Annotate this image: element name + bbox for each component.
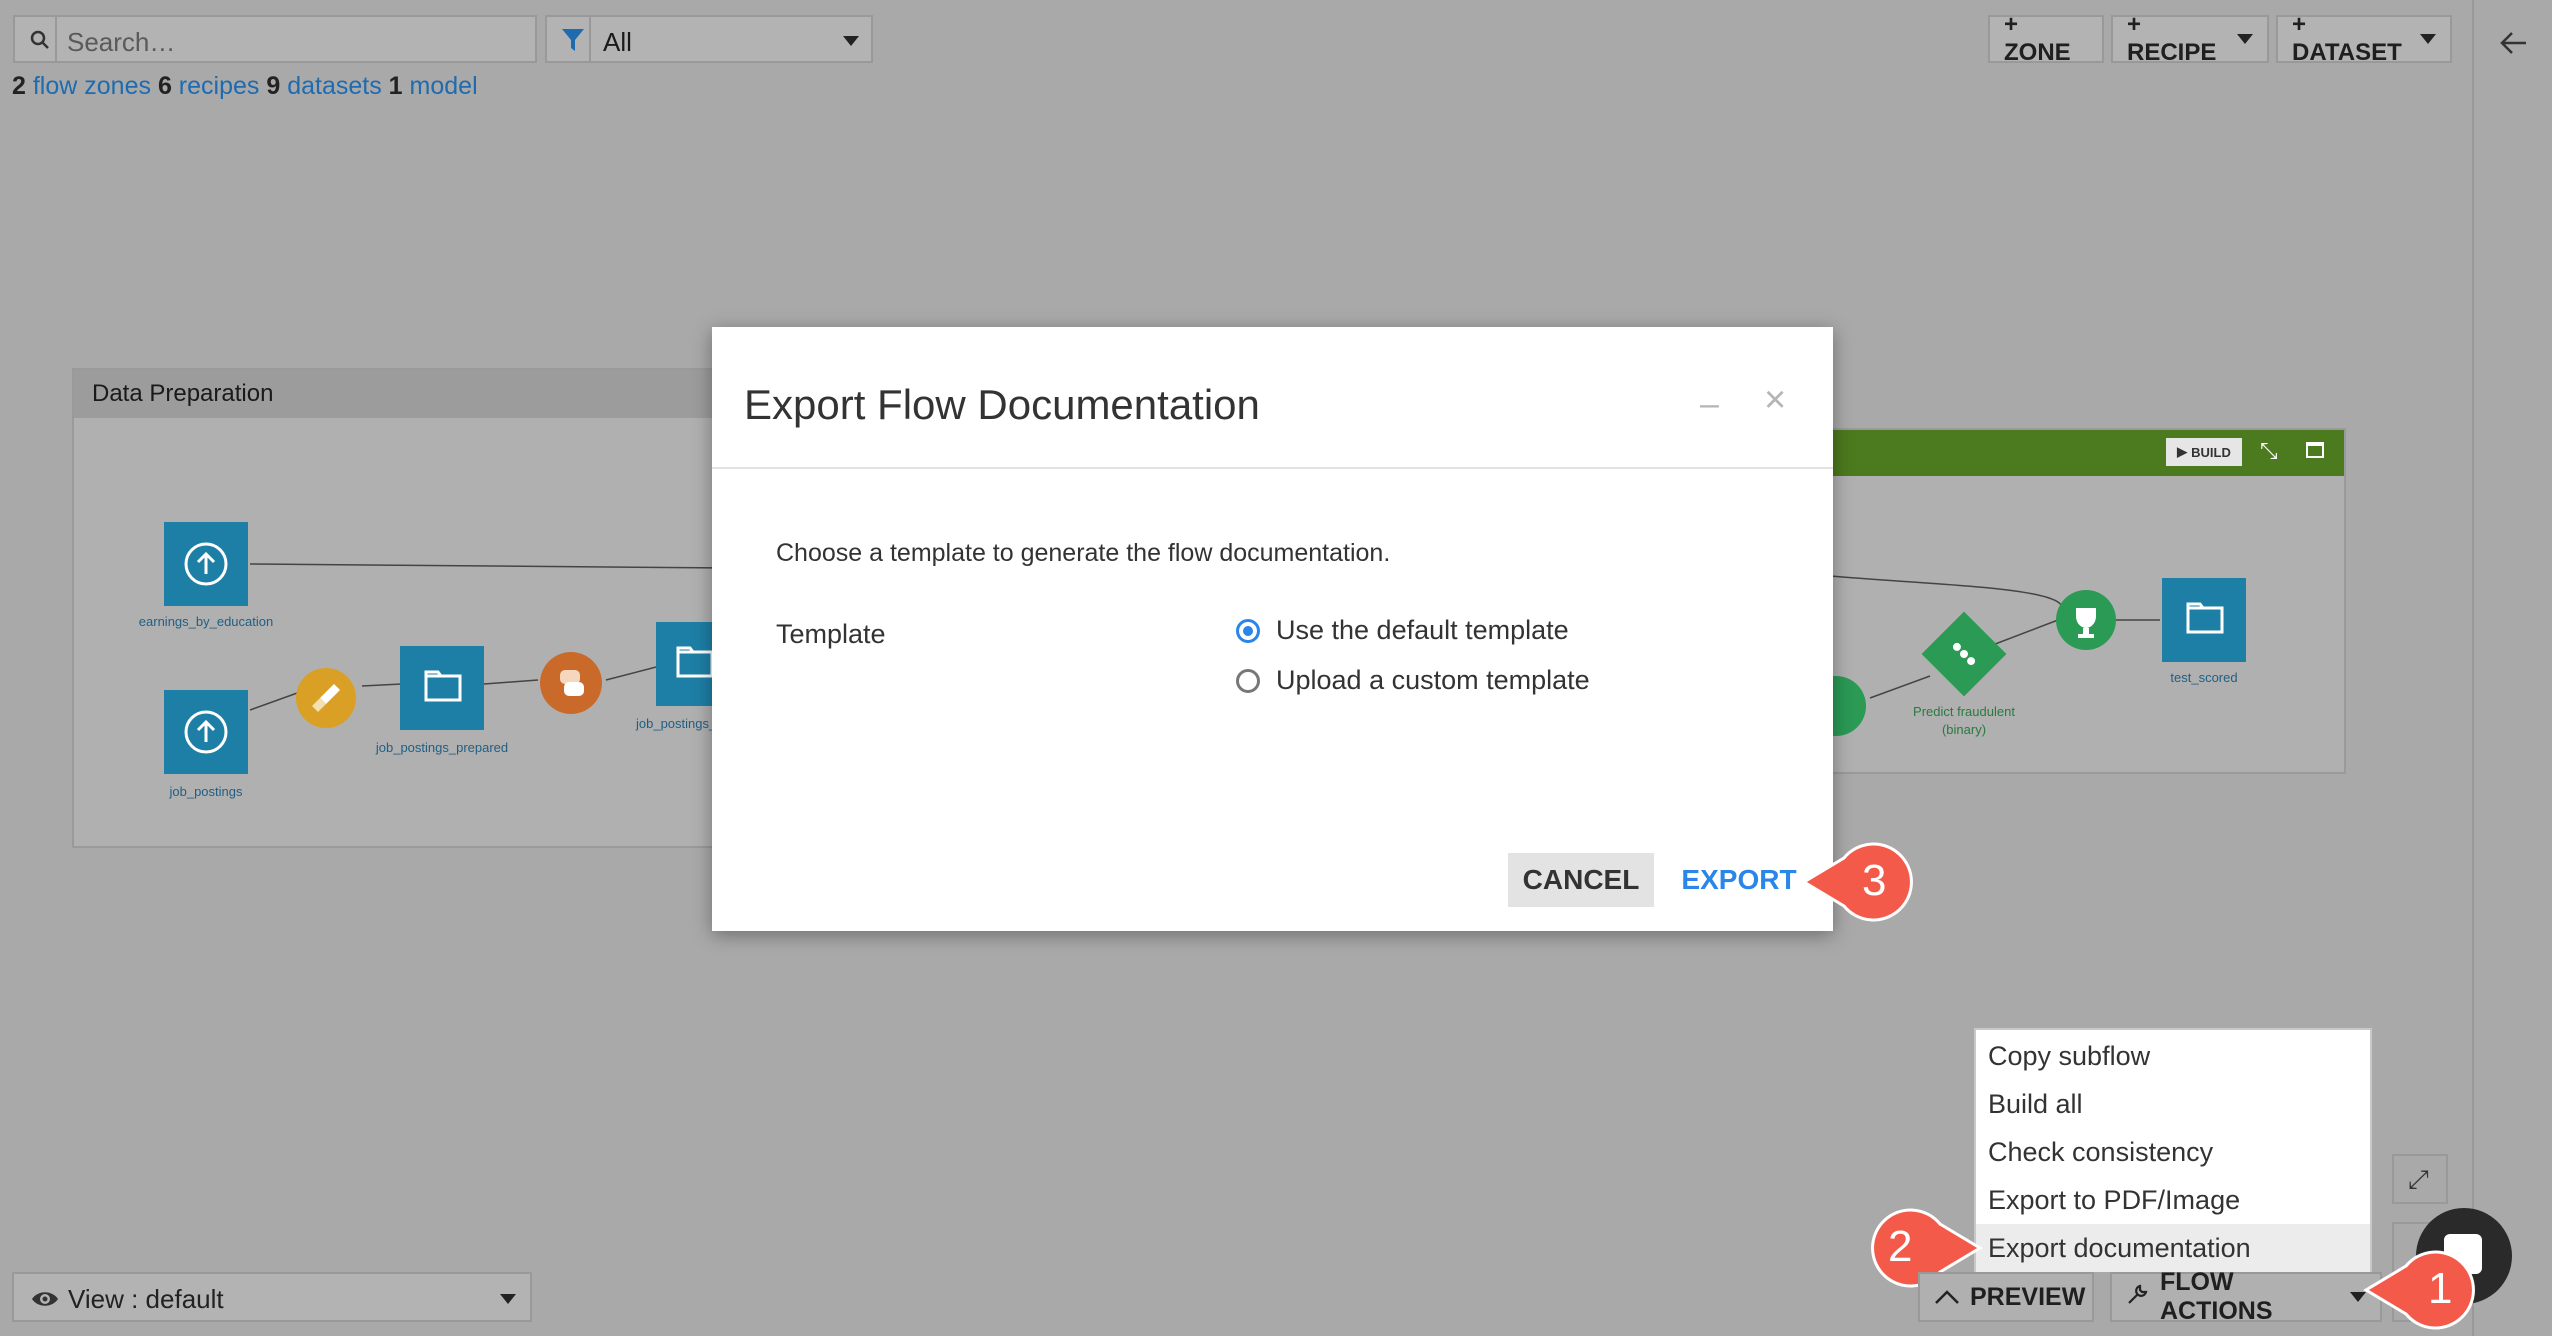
radio-custom-label: Upload a custom template [1276, 665, 1590, 695]
modal-description: Choose a template to generate the flow d… [776, 539, 1391, 567]
callout-number: 3 [1862, 856, 1887, 905]
add-dataset-label: + DATASET [2292, 11, 2402, 66]
callout-number: 2 [1888, 1222, 1913, 1271]
view-value: View : default [68, 1284, 224, 1314]
callout-3: 3 [1800, 842, 1928, 922]
upload-icon [184, 542, 228, 586]
modal-title: Export Flow Documentation [744, 381, 1260, 428]
datasets-link[interactable]: datasets [287, 72, 382, 100]
filter-select[interactable]: All [545, 15, 873, 63]
brush-icon [312, 684, 340, 712]
view-select[interactable]: View : default [12, 1272, 532, 1322]
chevron-down-icon [500, 1294, 516, 1304]
add-dataset-button[interactable]: + DATASET [2276, 11, 2452, 66]
folder-icon [2186, 602, 2224, 634]
callout-1: 1 [2362, 1250, 2490, 1330]
flow-counts: 2 flow zones 6 recipes 9 datasets 1 mode… [12, 72, 478, 101]
score-recipe-node[interactable] [2056, 590, 2116, 650]
chevron-down-icon [2237, 34, 2253, 44]
radio-custom-template[interactable]: Upload a custom template [1236, 665, 1590, 696]
filter-icon [561, 27, 585, 58]
model-link[interactable]: model [410, 72, 478, 100]
wrench-icon [2126, 1282, 2150, 1313]
export-button[interactable]: EXPORT [1677, 853, 1801, 907]
flow-actions-label: FLOW ACTIONS [2160, 1268, 2273, 1325]
menu-item-export-documentation[interactable]: Export documentation [1976, 1224, 2370, 1272]
search-box[interactable]: Search… [13, 15, 537, 63]
radio-selected[interactable] [1236, 618, 1260, 643]
fullscreen-button[interactable]: ⤢ [2392, 1154, 2448, 1204]
node-label: job_postings_prepared [375, 740, 509, 755]
upload-icon [184, 710, 228, 754]
dataset-node-job-postings-partial[interactable] [656, 622, 714, 706]
menu-item-build-all[interactable]: Build all [1976, 1080, 2370, 1128]
flow-actions-button[interactable]: FLOW ACTIONS [2110, 1268, 2382, 1325]
search-icon [29, 29, 51, 56]
recipes-link[interactable]: recipes [179, 72, 260, 100]
radio-default-template[interactable]: Use the default template [1236, 615, 1569, 646]
radio-unselected[interactable] [1236, 668, 1260, 693]
flow-edges [249, 563, 732, 711]
template-label: Template [776, 619, 886, 649]
zones-count: 2 [12, 72, 26, 100]
cancel-button[interactable]: CANCEL [1508, 853, 1654, 907]
chevron-up-icon [1934, 1283, 1960, 1312]
dataset-node-earnings[interactable] [164, 522, 248, 606]
preview-label: PREVIEW [1970, 1282, 2086, 1311]
radio-default-label: Use the default template [1276, 615, 1569, 645]
node-label: earnings_by_education [138, 614, 274, 629]
python-icon [560, 670, 584, 696]
node-label: job_postings_ [636, 716, 717, 731]
preview-button[interactable]: PREVIEW [1918, 1272, 2094, 1322]
flow-actions-menu: Copy subflow Build all Check consistency… [1974, 1028, 2372, 1272]
add-zone-button[interactable]: + ZONE [1988, 11, 2104, 66]
chevron-down-icon [843, 36, 859, 46]
close-icon[interactable]: × [1764, 379, 1786, 422]
trophy-icon [2076, 608, 2096, 638]
menu-item-copy-subflow[interactable]: Copy subflow [1976, 1032, 2370, 1080]
datasets-count: 9 [266, 72, 281, 100]
chevron-down-icon [2420, 34, 2436, 44]
dataset-node-job-postings[interactable] [164, 690, 248, 774]
dataset-node-test-scored[interactable] [2162, 578, 2246, 662]
prepare-recipe-node[interactable] [296, 668, 356, 728]
add-recipe-button[interactable]: + RECIPE [2111, 11, 2269, 66]
node-label: test_scored [2170, 670, 2238, 685]
arrow-left-icon[interactable] [2498, 30, 2528, 61]
eye-icon [30, 1286, 60, 1317]
search-input[interactable]: Search… [67, 27, 175, 58]
folder-icon [424, 670, 462, 702]
right-sidebar [2472, 0, 2552, 1336]
filter-value: All [603, 27, 632, 57]
expand-icon: ⤢ [2408, 1164, 2429, 1194]
model-count: 1 [388, 72, 403, 100]
python-recipe-node[interactable] [540, 652, 602, 714]
model-label-type: (binary) [1941, 722, 1987, 737]
menu-item-check-consistency[interactable]: Check consistency [1976, 1128, 2370, 1176]
node-label: job_postings [169, 784, 243, 799]
export-flow-doc-modal: Export Flow Documentation – × Choose a t… [712, 327, 1833, 931]
modal-divider [712, 467, 1833, 469]
dataset-node-job-postings-prepared[interactable] [400, 646, 484, 730]
model-label: Predict fraudulent [1913, 704, 2015, 719]
folder-icon [676, 646, 714, 678]
add-zone-label: + ZONE [2004, 11, 2071, 66]
minimize-icon[interactable]: – [1700, 385, 1719, 424]
add-recipe-label: + RECIPE [2127, 11, 2217, 66]
recipes-count: 6 [157, 72, 172, 100]
menu-item-export-pdf[interactable]: Export to PDF/Image [1976, 1176, 2370, 1224]
callout-number: 1 [2428, 1264, 2453, 1313]
flow-zones-link[interactable]: flow zones [33, 72, 151, 100]
